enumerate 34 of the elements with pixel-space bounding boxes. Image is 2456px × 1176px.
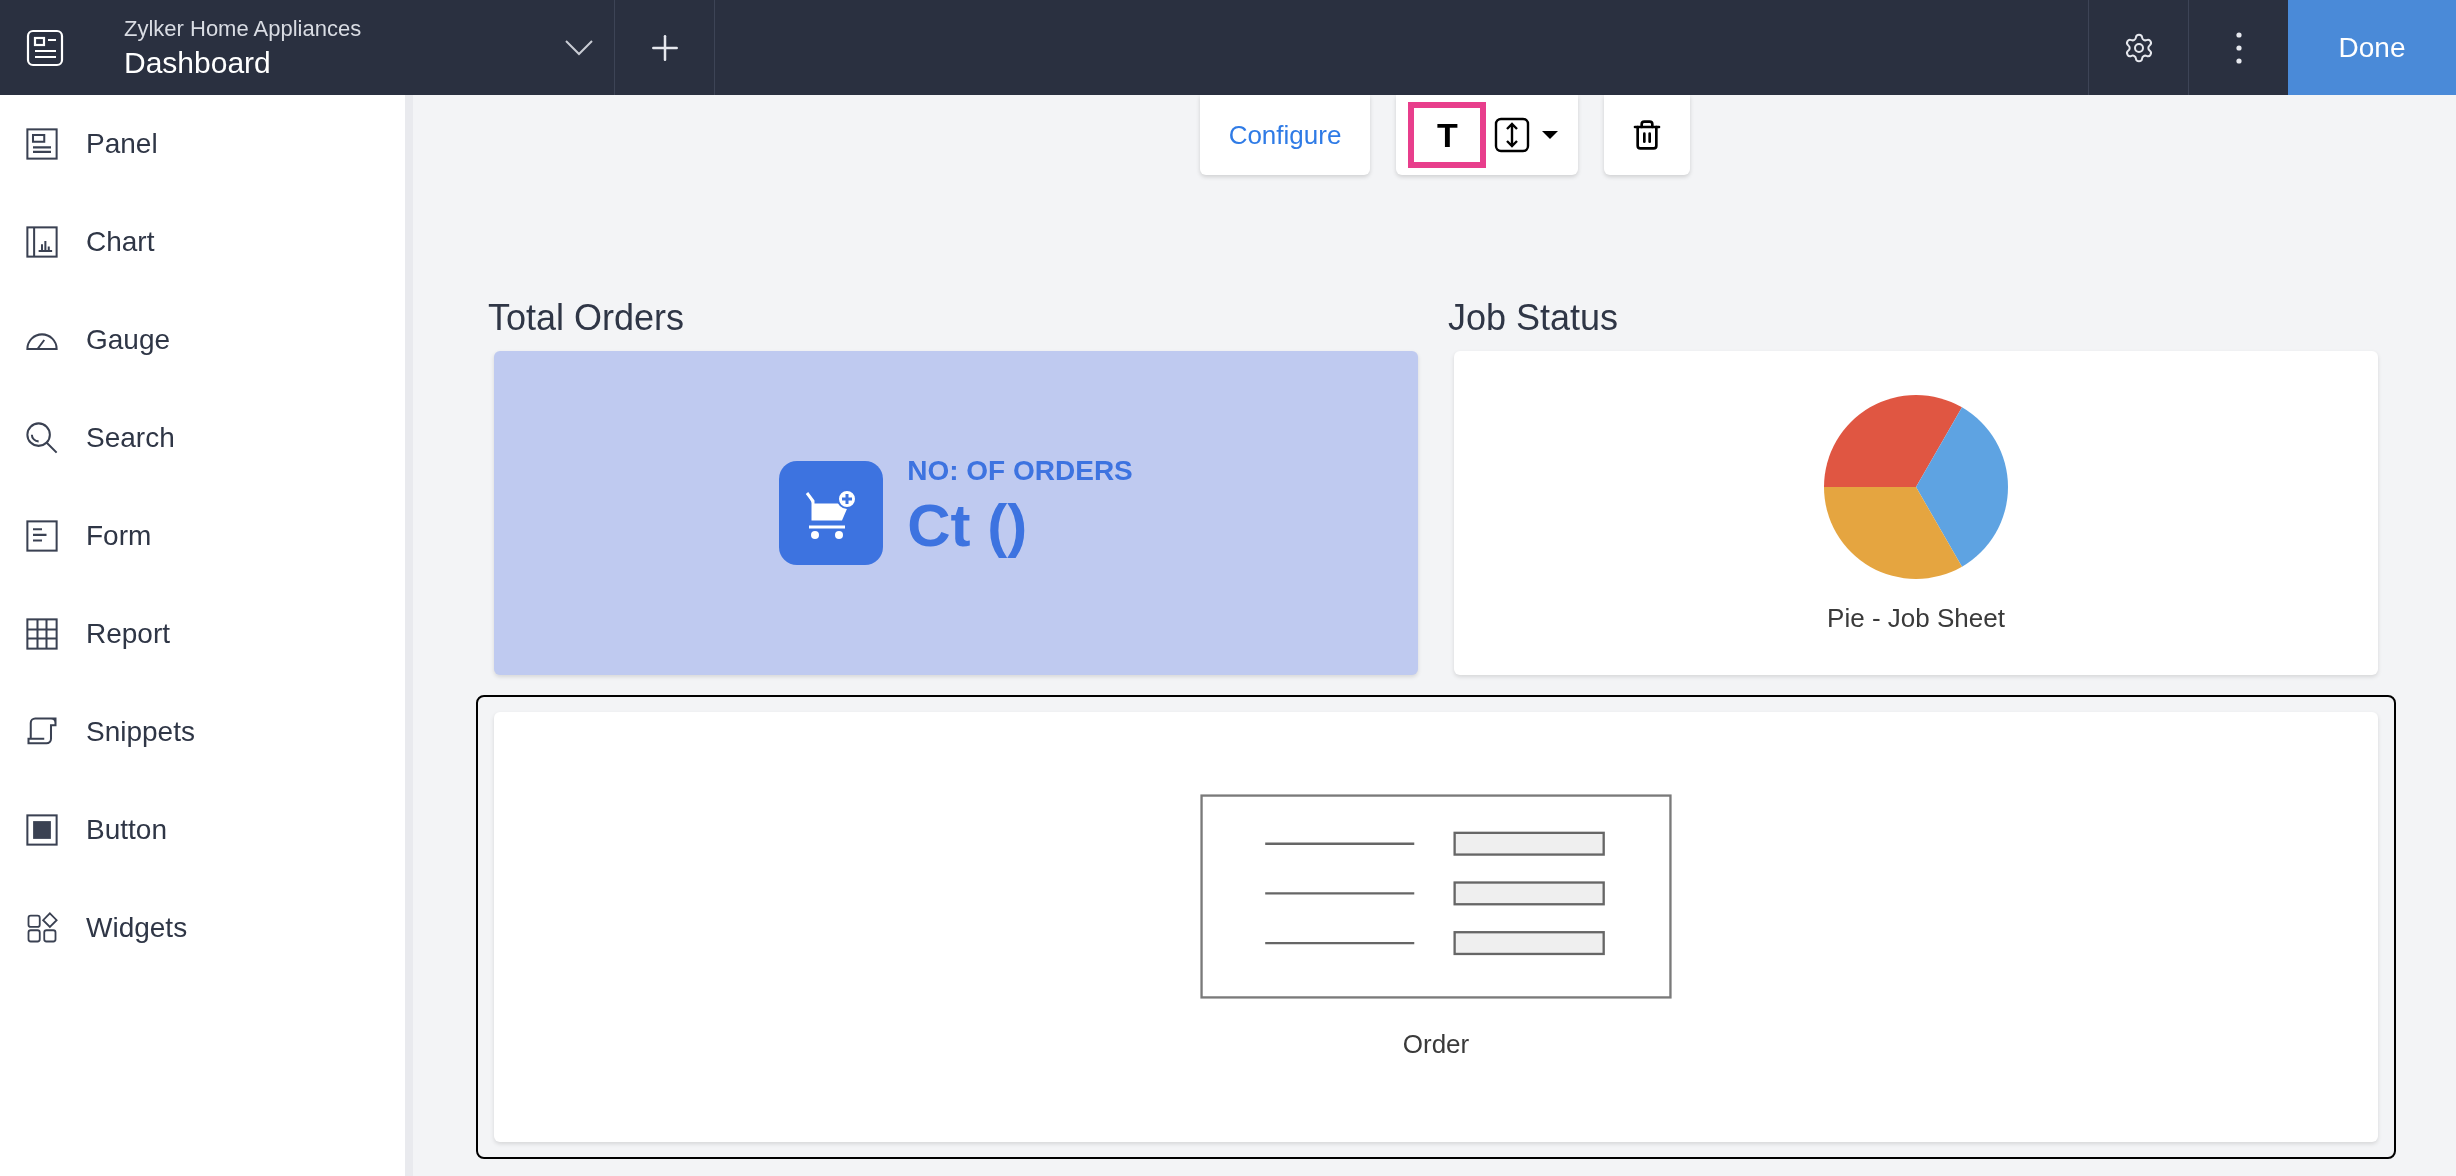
chart-caption: Pie - Job Sheet <box>1827 602 2005 634</box>
sidebar-item[interactable]: Report <box>0 585 405 683</box>
widget-heading: Total Orders <box>488 296 686 340</box>
done-button[interactable]: Done <box>2288 0 2456 95</box>
grid-icon <box>24 616 60 652</box>
more-vertical-icon <box>2235 31 2242 64</box>
chart-icon <box>24 224 60 260</box>
sidebar-item[interactable]: Form <box>0 487 405 585</box>
sidebar-item[interactable]: Search <box>0 389 405 487</box>
form-icon <box>24 518 60 554</box>
kpi-label: NO: OF ORDERS <box>907 454 1133 487</box>
sidebar-item[interactable]: Widgets <box>0 879 405 977</box>
sidebar-item[interactable]: Snippets <box>0 683 405 781</box>
square-icon <box>24 812 60 848</box>
vertical-arrows-icon <box>1494 117 1531 153</box>
kpi-value: Ct () <box>907 490 1029 560</box>
dashboard-icon[interactable] <box>25 27 65 68</box>
sidebar-item[interactable]: Chart <box>0 193 405 291</box>
selection-frame[interactable]: Order <box>476 695 2396 1159</box>
app-name: Zylker Home Appliances <box>124 15 363 42</box>
form-caption: Order <box>1402 1029 1470 1060</box>
text-style-button[interactable]: T <box>1408 102 1487 168</box>
caret-icon <box>1542 131 1559 139</box>
panel-icon <box>24 126 60 162</box>
page-title: Dashboard <box>124 45 272 80</box>
sidebar-item[interactable]: Panel <box>0 95 405 193</box>
configure-button[interactable]: Configure <box>1199 95 1371 175</box>
delete-button[interactable] <box>1604 95 1691 175</box>
chevron-down-icon <box>565 39 593 56</box>
cart-icon <box>779 461 884 565</box>
sidebar-item[interactable]: Button <box>0 781 405 879</box>
search-icon <box>24 420 60 456</box>
widget-heading: Job Status <box>1448 296 1620 340</box>
sidebar-item[interactable]: Gauge <box>0 291 405 389</box>
